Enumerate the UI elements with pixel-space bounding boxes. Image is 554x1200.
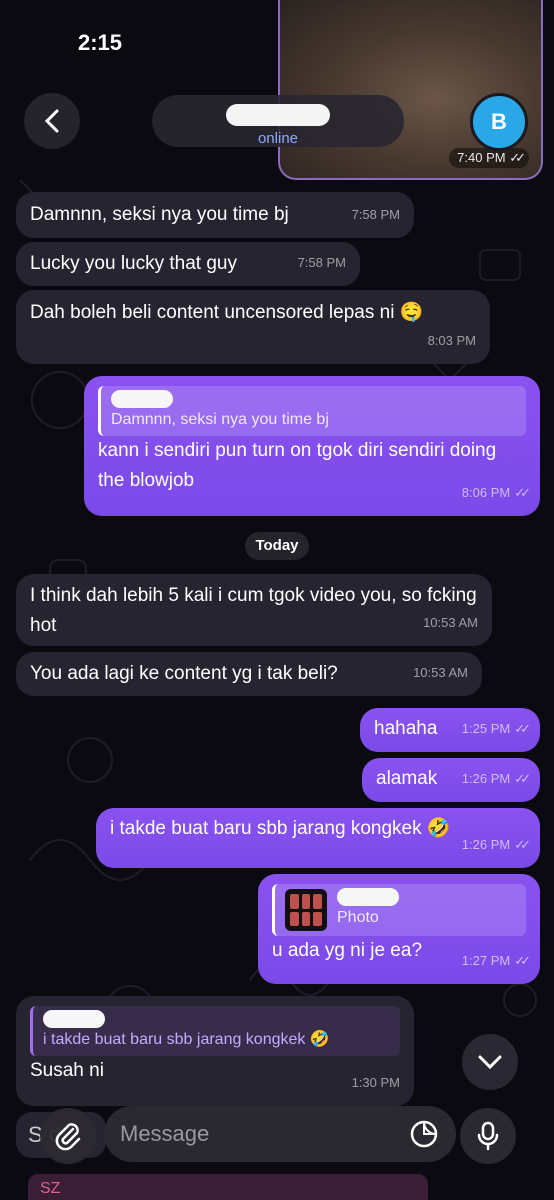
reply-text: Photo (337, 909, 379, 926)
chevron-down-icon (478, 1055, 502, 1070)
message-time: 7:58 PM (351, 207, 400, 222)
read-ticks-icon: ✓✓ (514, 721, 531, 736)
message-time: 1:26 PM ✓✓ (462, 764, 531, 794)
message-text: hahaha (374, 718, 438, 739)
message-time: 1:25 PM ✓✓ (462, 714, 531, 744)
contact-name-redacted (226, 104, 330, 126)
message-bubble[interactable]: Damnnn, seksi nya you time bj kann i sen… (84, 376, 540, 516)
message-bubble[interactable]: hahaha 1:25 PM ✓✓ (360, 708, 540, 752)
message-text: You ada lagi ke content yg i tak beli? (30, 663, 338, 684)
message-bubble[interactable]: I think dah lebih 5 kali i cum tgok vide… (16, 574, 492, 646)
read-ticks-icon: ✓✓ (514, 771, 531, 786)
status-time: 2:15 (78, 30, 123, 55)
reply-sender-redacted (111, 390, 173, 408)
message-time: 8:03 PM (427, 333, 476, 348)
message-time: 10:53 AM (423, 615, 478, 630)
read-ticks-icon: ✓✓ (514, 485, 531, 500)
chevron-left-icon (44, 109, 59, 133)
message-text: I think dah lebih 5 kali i cum tgok vide… (30, 585, 477, 636)
reply-quote[interactable]: Damnnn, seksi nya you time bj (98, 386, 526, 436)
read-ticks-icon: ✓✓ (514, 837, 531, 852)
partial-message-bubble: SZ (28, 1174, 428, 1200)
message-input-bar (0, 1100, 554, 1164)
message-bubble[interactable]: Dah boleh beli content uncensored lepas … (16, 290, 490, 364)
message-time: 1:30 PM (351, 1075, 400, 1090)
message-bubble[interactable]: Photo u ada yg ni je ea? 1:27 PM ✓✓ (258, 874, 540, 984)
reply-sender-redacted (43, 1010, 105, 1028)
reply-text: i takde buat baru sbb jarang kongkek 🤣 (43, 1031, 330, 1048)
message-text: Lucky you lucky that guy (30, 253, 237, 274)
reply-quote[interactable]: i takde buat baru sbb jarang kongkek 🤣 (30, 1006, 400, 1056)
message-text: alamak (376, 768, 438, 789)
contact-status: online (257, 130, 299, 147)
message-text: i takde buat baru sbb jarang kongkek 🤣 (110, 818, 451, 839)
message-bubble[interactable]: You ada lagi ke content yg i tak beli? 1… (16, 652, 482, 696)
read-ticks-icon: ✓✓ (514, 953, 531, 968)
message-time: 1:27 PM ✓✓ (462, 946, 531, 976)
message-input[interactable] (104, 1106, 456, 1162)
message-bubble[interactable]: Lucky you lucky that guy 7:58 PM (16, 242, 360, 286)
avatar[interactable]: B (470, 93, 528, 151)
date-separator: Today (245, 532, 309, 560)
attach-button[interactable] (40, 1108, 96, 1164)
message-bubble[interactable]: alamak 1:26 PM ✓✓ (362, 758, 540, 802)
photo-thumbnail (285, 889, 327, 931)
reply-sender-redacted (337, 888, 399, 906)
message-bubble[interactable]: Damnnn, seksi nya you time bj 7:58 PM (16, 192, 414, 238)
message-text: Dah boleh beli content uncensored lepas … (30, 302, 424, 323)
message-bubble[interactable]: i takde buat baru sbb jarang kongkek 🤣 S… (16, 996, 414, 1106)
message-time: 8:06 PM ✓✓ (462, 478, 531, 508)
back-button[interactable] (24, 93, 80, 149)
message-time: 1:26 PM ✓✓ (462, 830, 531, 860)
reply-quote[interactable]: Photo (272, 884, 526, 936)
contact-title[interactable]: online (152, 95, 404, 147)
reply-text: Damnnn, seksi nya you time bj (111, 411, 329, 428)
message-text: kann i sendiri pun turn on tgok diri sen… (98, 440, 497, 491)
microphone-icon (477, 1121, 499, 1151)
paperclip-icon (55, 1123, 81, 1151)
message-bubble[interactable]: i takde buat baru sbb jarang kongkek 🤣 1… (96, 808, 540, 868)
message-time: 10:53 AM (413, 665, 468, 680)
microphone-button[interactable] (460, 1108, 516, 1164)
message-text: u ada yg ni je ea? (272, 940, 423, 961)
message-time: 7:58 PM (297, 255, 346, 270)
message-text: Damnnn, seksi nya you time bj (30, 204, 289, 225)
scroll-down-button[interactable] (462, 1034, 518, 1090)
sticker-icon[interactable] (408, 1118, 440, 1150)
message-text: Susah ni (30, 1060, 104, 1081)
chat-header: online B (0, 90, 554, 154)
